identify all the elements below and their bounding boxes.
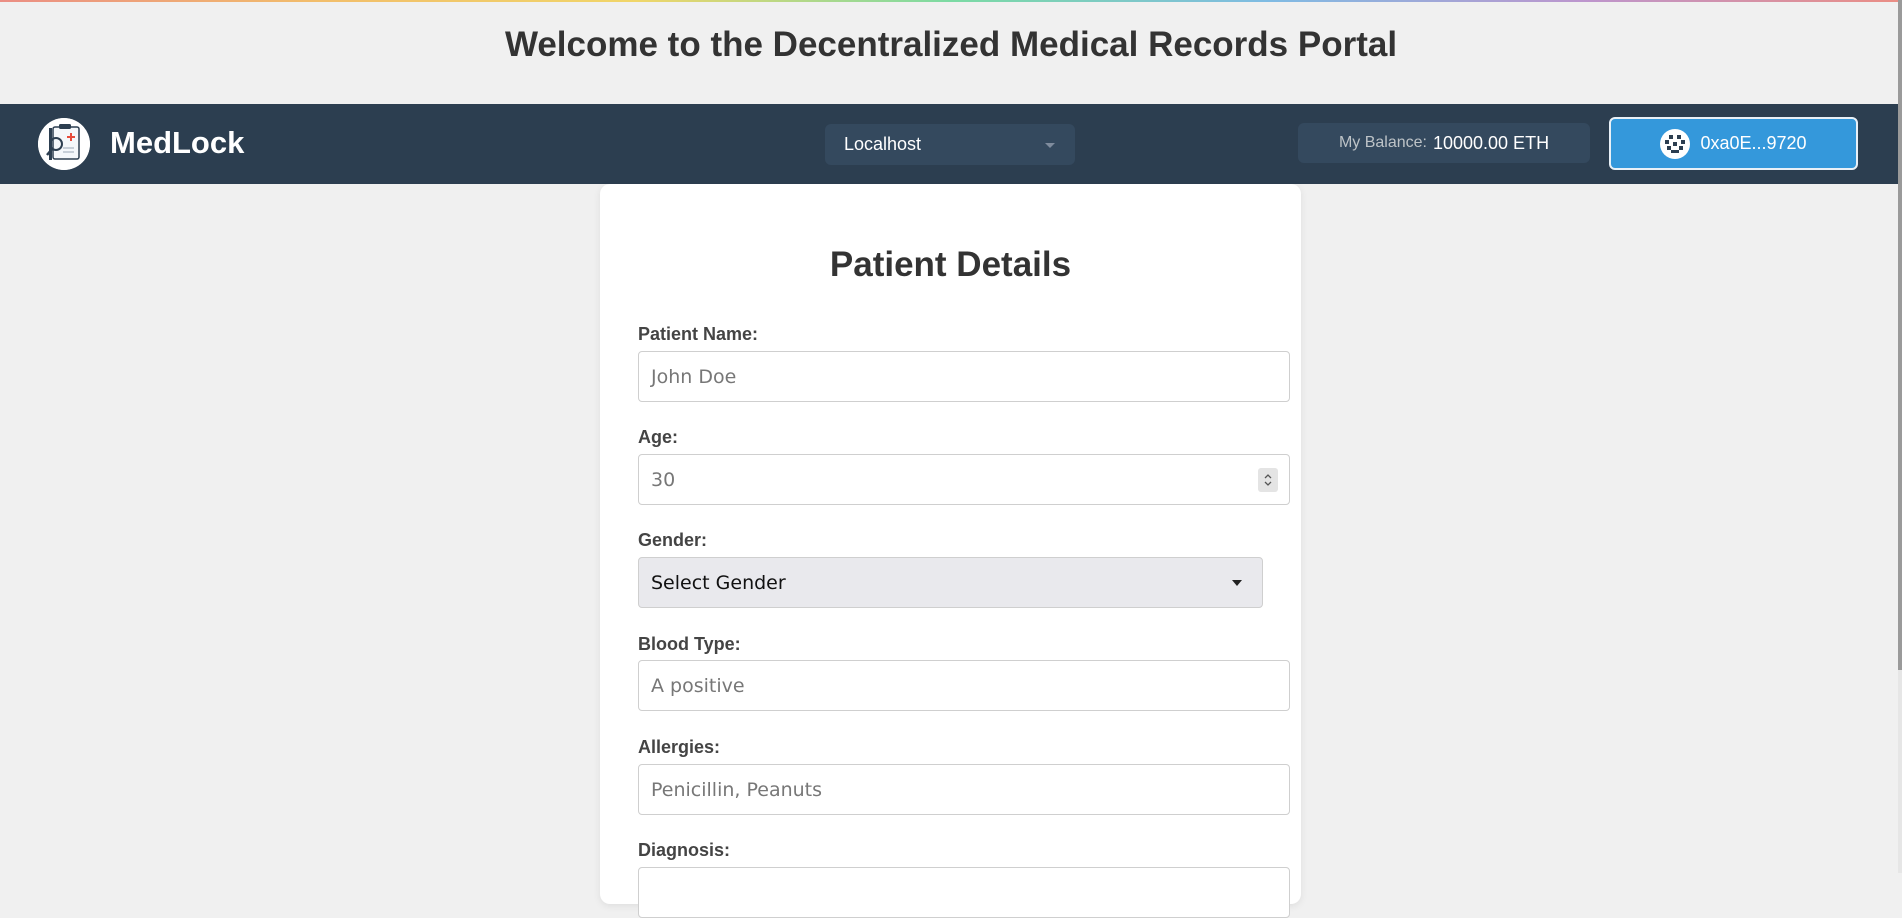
patient-name-placeholder: John Doe [651, 365, 737, 388]
gender-label: Gender: [638, 530, 708, 550]
age-placeholder: 30 [651, 468, 676, 491]
gender-select[interactable]: Select Gender [638, 557, 1263, 608]
navbar: MedLock Localhost My Balance: 10000.00 E… [0, 104, 1898, 184]
patient-details-card: Patient Details Patient Name: John Doe A… [600, 184, 1301, 918]
patient-name-label: Patient Name: [638, 324, 759, 344]
allergies-placeholder: Penicillin, Peanuts [651, 778, 823, 801]
chevron-down-icon [1045, 143, 1055, 148]
stepper-arrows-icon [1264, 474, 1272, 486]
age-label: Age: [638, 427, 678, 447]
chevron-down-icon [1232, 580, 1242, 586]
patient-name-input[interactable]: John Doe [638, 351, 1290, 402]
page-title: Welcome to the Decentralized Medical Rec… [504, 25, 1398, 64]
balance-value: 10000.00 ETH [1432, 132, 1550, 153]
diagnosis-label: Diagnosis: [638, 840, 731, 860]
allergies-label: Allergies: [638, 737, 721, 757]
number-stepper[interactable] [1258, 468, 1278, 492]
account-address: 0xa0E...9720 [1700, 133, 1807, 153]
age-input[interactable]: 30 [638, 454, 1290, 505]
balance-display: My Balance: 10000.00 ETH [1298, 123, 1590, 163]
gender-select-value: Select Gender [651, 571, 786, 594]
page-scrollbar[interactable] [1898, 0, 1902, 873]
network-select[interactable]: Localhost [825, 124, 1075, 165]
balance-label: My Balance: [1338, 134, 1427, 151]
blood-type-placeholder: A positive [651, 674, 745, 697]
brand-name[interactable]: MedLock [110, 125, 244, 161]
blood-type-label: Blood Type: [638, 634, 741, 654]
network-select-value: Localhost [844, 134, 922, 154]
account-button[interactable]: 0xa0E...9720 [1609, 117, 1858, 170]
top-accent-line [0, 0, 1902, 2]
scrollbar-thumb[interactable] [1898, 0, 1902, 670]
form-title: Patient Details [829, 245, 1072, 284]
identicon-avatar-icon [1660, 128, 1691, 159]
diagnosis-input[interactable] [638, 867, 1290, 918]
blood-type-input[interactable]: A positive [638, 660, 1290, 711]
medical-clipboard-magnifier-icon[interactable] [38, 118, 90, 170]
allergies-input[interactable]: Penicillin, Peanuts [638, 764, 1290, 815]
